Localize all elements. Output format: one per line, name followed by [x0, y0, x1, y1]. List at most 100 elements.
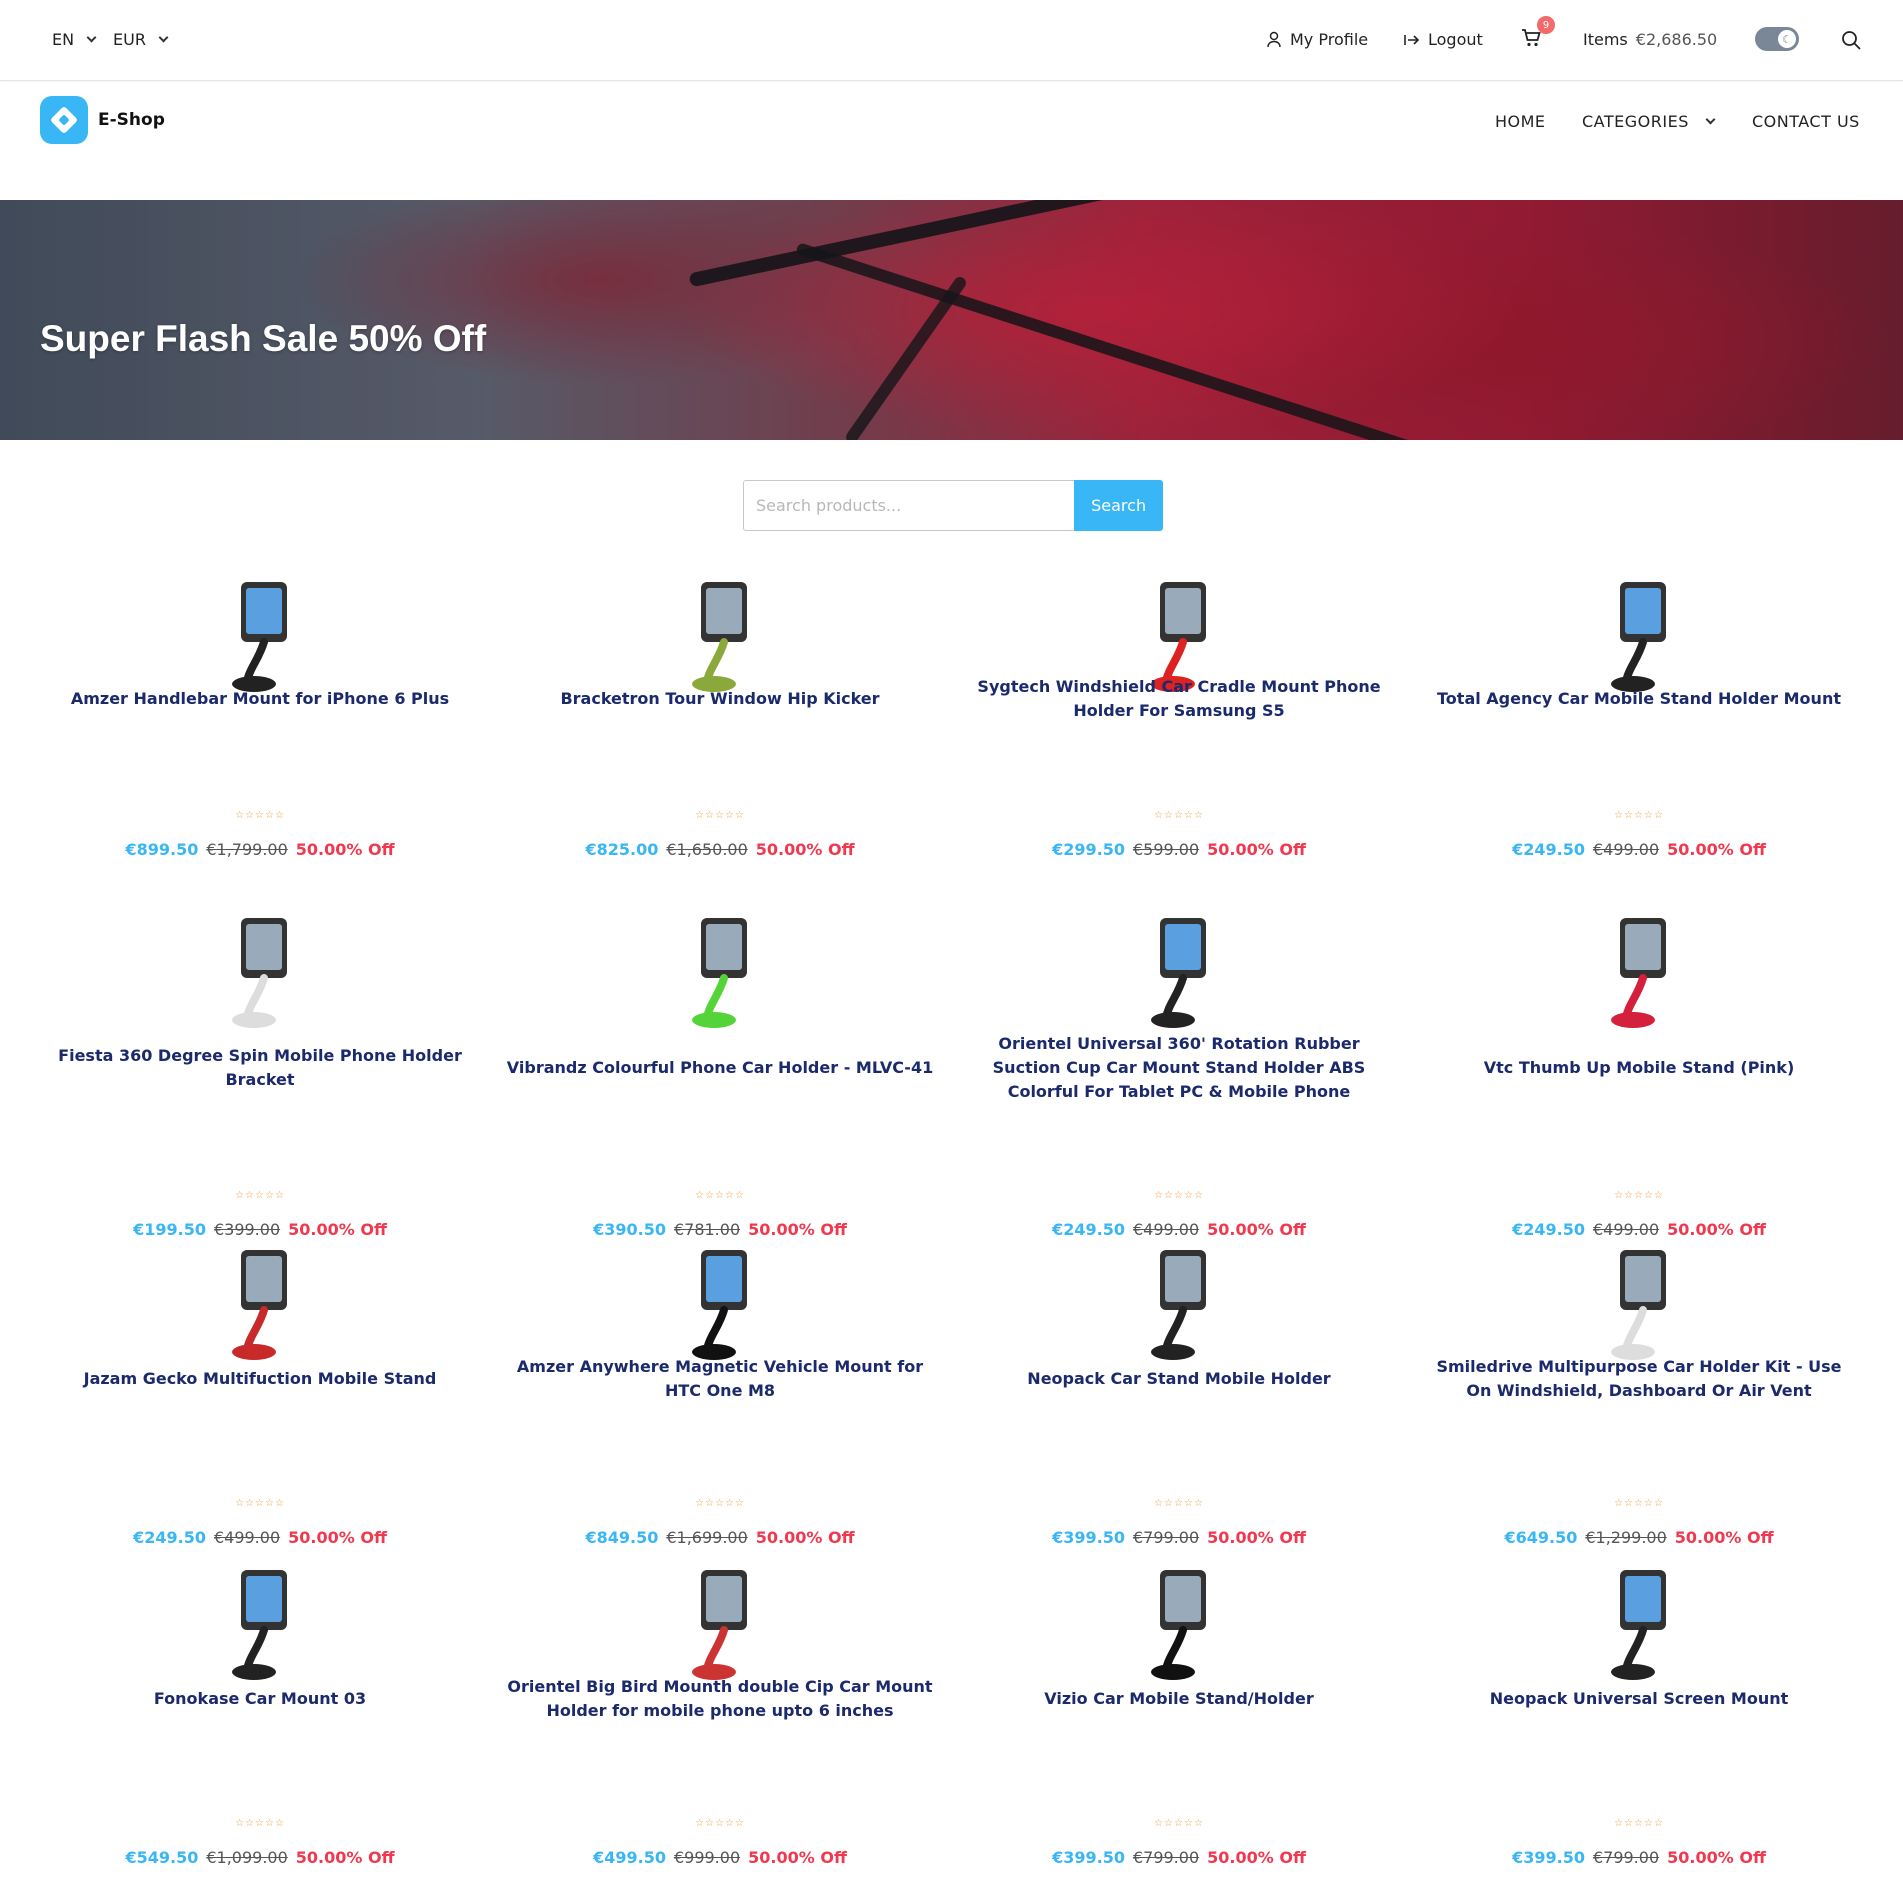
product-old-price: €1,699.00 [666, 1528, 748, 1547]
product-image[interactable] [660, 1558, 788, 1686]
product-image[interactable] [200, 1558, 328, 1686]
product-prices: €825.00 €1,650.00 50.00% Off [500, 840, 940, 859]
main-navbar: E-Shop HOME CATEGORIES CONTACT US [0, 82, 1903, 200]
product-price: €249.50 [133, 1528, 206, 1547]
product-title[interactable]: Neopack Car Stand Mobile Holder [959, 1355, 1399, 1403]
user-icon [1267, 31, 1281, 48]
product-prices: €249.50 €499.00 50.00% Off [959, 1220, 1399, 1239]
product-image[interactable] [1119, 1238, 1247, 1366]
product-prices: €390.50 €781.00 50.00% Off [500, 1220, 940, 1239]
product-rating: ☆☆☆☆☆ [1614, 1498, 1664, 1509]
product-prices: €649.50 €1,299.00 50.00% Off [1419, 1528, 1859, 1547]
product-old-price: €799.00 [1132, 1848, 1200, 1867]
product-search-form: Search [743, 480, 1163, 531]
nav-home[interactable]: HOME [1495, 112, 1546, 131]
product-title[interactable]: Vtc Thumb Up Mobile Stand (Pink) [1419, 1044, 1859, 1092]
product-image[interactable] [660, 906, 788, 1034]
chevron-down-icon [158, 32, 169, 43]
moon-icon: ☾ [1778, 30, 1796, 48]
product-discount: 50.00% Off [1207, 840, 1306, 859]
product-old-price: €1,299.00 [1585, 1528, 1667, 1547]
product-prices: €399.50 €799.00 50.00% Off [1419, 1848, 1859, 1867]
my-profile-link[interactable]: My Profile [1266, 30, 1368, 49]
cart-summary[interactable]: Items €2,686.50 [1583, 30, 1717, 49]
product-rating: ☆☆☆☆☆ [235, 1190, 285, 1201]
items-total: €2,686.50 [1635, 30, 1718, 49]
product-rating: ☆☆☆☆☆ [1154, 810, 1204, 821]
logout-link[interactable]: Logout [1404, 30, 1483, 49]
product-title[interactable]: Bracketron Tour Window Hip Kicker [500, 675, 940, 723]
product-title[interactable]: Amzer Anywhere Magnetic Vehicle Mount fo… [500, 1355, 940, 1403]
product-price: €390.50 [593, 1220, 666, 1239]
product-title[interactable]: Neopack Universal Screen Mount [1419, 1675, 1859, 1723]
product-title[interactable]: Orientel Big Bird Mounth double Cip Car … [500, 1675, 940, 1723]
product-title[interactable]: Vibrandz Colourful Phone Car Holder - ML… [500, 1044, 940, 1092]
search-input[interactable] [743, 480, 1075, 531]
product-price: €399.50 [1512, 1848, 1585, 1867]
product-image[interactable] [200, 906, 328, 1034]
product-image[interactable] [1579, 906, 1707, 1034]
product-prices: €199.50 €399.00 50.00% Off [40, 1220, 480, 1239]
product-title[interactable]: Vizio Car Mobile Stand/Holder [959, 1675, 1399, 1723]
product-discount: 50.00% Off [1207, 1220, 1306, 1239]
product-rating: ☆☆☆☆☆ [1154, 1818, 1204, 1829]
search-toggle-button[interactable] [1841, 30, 1861, 50]
search-icon [1842, 31, 1861, 50]
product-old-price: €499.00 [213, 1528, 281, 1547]
car-stand-icon [1151, 1250, 1206, 1360]
product-image[interactable] [200, 1238, 328, 1366]
product-rating: ☆☆☆☆☆ [1154, 1498, 1204, 1509]
hero-banner: Super Flash Sale 50% Off [0, 200, 1903, 440]
product-rating: ☆☆☆☆☆ [1614, 810, 1664, 821]
screen-mount-icon [1611, 1570, 1666, 1680]
chevron-down-icon [86, 32, 97, 43]
product-title[interactable]: Smiledrive Multipurpose Car Holder Kit -… [1419, 1355, 1859, 1403]
car-holder-icon [692, 918, 747, 1028]
product-prices: €399.50 €799.00 50.00% Off [959, 1848, 1399, 1867]
product-price: €649.50 [1504, 1528, 1578, 1547]
items-label: Items [1583, 30, 1628, 49]
product-image[interactable] [1579, 1558, 1707, 1686]
product-discount: 50.00% Off [288, 1528, 387, 1547]
cart-button[interactable]: 9 [1521, 16, 1555, 48]
gecko-stand-icon [232, 1250, 287, 1360]
language-label: EN [52, 30, 75, 49]
product-image[interactable] [660, 1238, 788, 1366]
product-rating: ☆☆☆☆☆ [235, 1498, 285, 1509]
product-old-price: €499.00 [1132, 1220, 1200, 1239]
currency-selector[interactable]: EUR [113, 30, 169, 49]
product-rating: ☆☆☆☆☆ [695, 810, 745, 821]
product-price: €849.50 [585, 1528, 659, 1547]
product-price: €499.50 [593, 1848, 666, 1867]
product-title[interactable]: Fiesta 360 Degree Spin Mobile Phone Hold… [40, 1044, 480, 1092]
product-discount: 50.00% Off [295, 1848, 395, 1867]
product-price: €299.50 [1052, 840, 1125, 859]
product-image[interactable] [1579, 1238, 1707, 1366]
product-title[interactable]: Sygtech Windshield Car Cradle Mount Phon… [959, 675, 1399, 723]
product-image[interactable] [1119, 906, 1247, 1034]
brand-logo[interactable]: E-Shop [40, 96, 165, 144]
dark-mode-toggle[interactable]: ☾ [1755, 27, 1799, 51]
logout-icon [1404, 34, 1420, 45]
product-prices: €549.50 €1,099.00 50.00% Off [40, 1848, 480, 1867]
product-old-price: €1,099.00 [206, 1848, 288, 1867]
logout-label: Logout [1428, 30, 1483, 49]
nav-contact-us[interactable]: CONTACT US [1752, 112, 1860, 131]
search-button[interactable]: Search [1074, 480, 1163, 531]
product-price: €249.50 [1512, 840, 1585, 859]
product-price: €399.50 [1052, 1848, 1125, 1867]
product-price: €899.50 [125, 840, 199, 859]
product-image[interactable] [1119, 1558, 1247, 1686]
nav-categories[interactable]: CATEGORIES [1582, 112, 1716, 131]
product-discount: 50.00% Off [295, 840, 395, 859]
product-title[interactable]: Jazam Gecko Multifuction Mobile Stand [40, 1355, 480, 1403]
product-title[interactable]: Total Agency Car Mobile Stand Holder Mou… [1419, 675, 1859, 723]
product-title[interactable]: Fonokase Car Mount 03 [40, 1675, 480, 1723]
product-title[interactable]: Orientel Universal 360' Rotation Rubber … [959, 1032, 1399, 1104]
language-selector[interactable]: EN [52, 30, 97, 49]
product-discount: 50.00% Off [1667, 1220, 1766, 1239]
product-prices: €249.50 €499.00 50.00% Off [40, 1528, 480, 1547]
product-prices: €249.50 €499.00 50.00% Off [1419, 1220, 1859, 1239]
product-title[interactable]: Amzer Handlebar Mount for iPhone 6 Plus [40, 675, 480, 723]
product-rating: ☆☆☆☆☆ [695, 1818, 745, 1829]
